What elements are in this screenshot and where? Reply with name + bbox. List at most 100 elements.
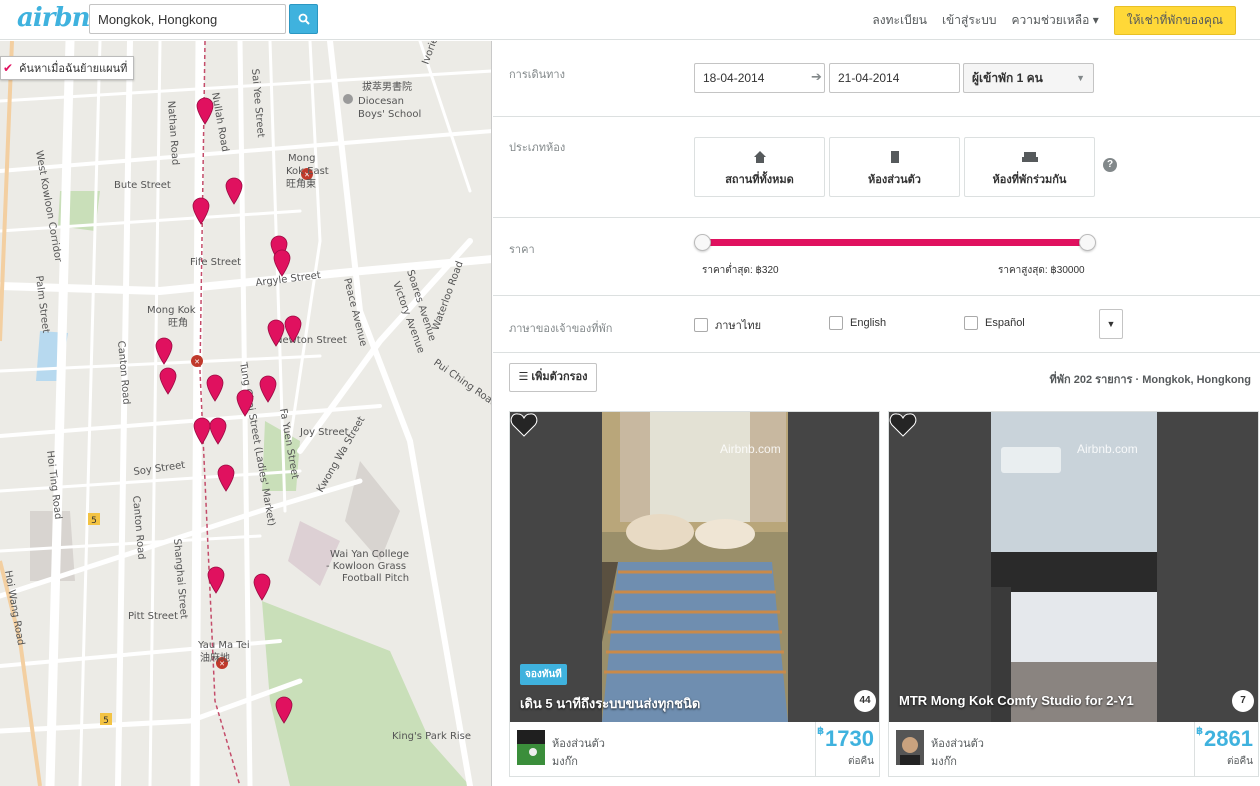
map-label: Canton Road [115,340,132,405]
host-avatar[interactable] [896,730,924,765]
listing-price-box: ฿2861 ต่อคืน [1194,722,1258,776]
map-label: Waterloo Road [430,260,465,332]
language-english-checkbox[interactable]: English [829,316,886,330]
host-avatar-image [517,730,545,765]
studio-photo [991,412,1157,722]
checkout-date-input[interactable]: 21-04-2014 [829,63,960,93]
listing-map-pin-icon[interactable] [273,249,291,277]
map-label: 油麻地 [200,651,230,664]
search-icon [298,13,310,25]
language-thai-label: ภาษาไทย [715,320,762,332]
search-map[interactable]: ✕ ✕ ✕ 5 5 Nullah Road Sai Yee Street 拔萃男… [0,41,492,786]
help-question-icon[interactable]: ? [1103,158,1117,172]
listing-photo[interactable]: Airbnb.com จองทันที เดิน 5 นาทีถึงระบบขน… [510,412,879,722]
more-filters-button[interactable]: ☰ เพิ่มตัวกรอง [509,363,597,392]
map-label: 旺角 [168,317,188,329]
language-english-label: English [850,317,887,329]
signup-link[interactable]: ลงทะเบียน [872,11,927,30]
currency-symbol: ฿ [817,726,825,737]
listing-map-pin-icon[interactable] [259,375,277,403]
host-avatar[interactable] [517,730,545,765]
door-icon [890,151,899,163]
map-label: Yau Ma Tei [197,640,250,651]
listing-title[interactable]: เดิน 5 นาทีถึงระบบขนส่งทุกชนิด [520,693,700,714]
svg-text:✕: ✕ [194,358,200,366]
listing-map-pin-icon[interactable] [284,315,302,343]
listing-title[interactable]: MTR Mong Kok Comfy Studio for 2-Y1 [899,693,1134,708]
search-when-map-moves-toggle[interactable]: ✔ ค้นหาเมื่อฉันย้ายแผนที่ [0,56,135,80]
listing-map-pin-icon[interactable] [267,319,285,347]
guests-value: ผู้เข้าพัก 1 คน [972,71,1043,85]
search-button[interactable] [289,4,318,34]
more-languages-dropdown[interactable]: ▼ [1099,309,1123,339]
room-type-shared-room-button[interactable]: ห้องที่พักร่วมกัน [964,137,1095,197]
listing-card[interactable]: Airbnb.com จองทันที เดิน 5 นาทีถึงระบบขน… [509,411,880,777]
language-spanish-checkbox[interactable]: Español [964,316,1025,330]
wishlist-heart-icon[interactable] [510,412,538,438]
list-your-space-button[interactable]: ให้เช่าที่พักของคุณ [1113,5,1236,35]
more-filters-label: เพิ่มตัวกรอง [531,371,588,383]
map-label: Hoi Wang Road [2,570,26,647]
listing-price: 2861 [1204,726,1253,751]
listing-map-pin-icon[interactable] [209,417,227,445]
map-label: Fife Street [190,257,241,268]
price-min-handle[interactable] [694,234,711,251]
wishlist-heart-icon[interactable] [889,412,917,438]
login-link[interactable]: เข้าสู่ระบบ [942,11,997,30]
reviews-count-bubble: 7 [1232,690,1254,712]
chevron-down-icon: ▼ [1076,73,1085,83]
instant-book-badge: จองทันที [520,664,567,685]
listing-map-pin-icon[interactable] [253,573,271,601]
help-menu[interactable]: ความช่วยเหลือ ▾ [1011,11,1098,30]
language-thai-checkbox[interactable]: ภาษาไทย [694,316,761,334]
checkbox-box [829,316,843,330]
map-label: Boys' School [358,109,421,120]
checkmark-icon: ✔ [3,61,14,75]
location-search-input[interactable] [89,4,286,34]
map-label: Pui Ching Road [431,357,492,409]
listing-room-type: ห้องส่วนตัว [552,738,605,750]
host-avatar-image [896,730,924,765]
room-type-private-room-label: ห้องส่วนตัว [868,174,921,186]
room-type-entire-place-label: สถานที่ทั้งหมด [725,174,794,186]
listing-map-pin-icon[interactable] [275,696,293,724]
map-label: King's Park Rise [392,731,471,742]
price-range-slider[interactable] [701,239,1089,246]
listing-map-pin-icon[interactable] [206,374,224,402]
listing-map-pin-icon[interactable] [196,97,214,125]
map-label: Kok East [286,166,329,177]
map-label: - Kowloon Grass [326,561,406,572]
map-label: Sai Yee Street [249,68,266,138]
listing-area: มงก๊ก [931,756,957,768]
listing-map-pin-icon[interactable] [159,367,177,395]
checkin-date-input[interactable]: 18-04-2014 [694,63,825,93]
listing-map-pin-icon[interactable] [192,197,210,225]
room-type-private-room-button[interactable]: ห้องส่วนตัว [829,137,960,197]
map-label: Pitt Street [128,611,178,622]
route-badge: 5 [103,716,109,726]
price-max-handle[interactable] [1079,234,1096,251]
map-label: Mong [288,153,315,164]
reviews-count-bubble: 44 [854,690,876,712]
listing-photo[interactable]: Airbnb.com MTR Mong Kok Comfy Studio for… [889,412,1258,722]
listing-map-pin-icon[interactable] [207,566,225,594]
route-badge: 5 [91,516,97,526]
price-label: ราคา [509,244,535,256]
price-max-value: ราคาสูงสุด: ฿30000 [998,265,1085,276]
guests-select[interactable]: ผู้เข้าพัก 1 คน ▼ [963,63,1094,93]
room-type-shared-room-label: ห้องที่พักร่วมกัน [992,174,1067,186]
listing-map-pin-icon[interactable] [225,177,243,205]
room-type-entire-place-button[interactable]: สถานที่ทั้งหมด [694,137,825,197]
listing-map-pin-icon[interactable] [155,337,173,365]
listing-price: 1730 [825,726,874,751]
filters-and-results: การเดินทาง 18-04-2014 ➔ 21-04-2014 ผู้เข… [493,41,1260,786]
listing-map-pin-icon[interactable] [236,389,254,417]
listing-price-box: ฿1730 ต่อคืน [815,722,879,776]
chevron-down-icon: ▼ [1106,319,1116,329]
school-icon [343,94,353,104]
listing-map-pin-icon[interactable] [217,464,235,492]
listing-room-type: ห้องส่วนตัว [931,738,984,750]
per-night-label: ต่อคืน [1226,756,1253,767]
map-label: Shanghai Street [171,538,189,619]
listing-card[interactable]: Airbnb.com MTR Mong Kok Comfy Studio for… [888,411,1259,777]
